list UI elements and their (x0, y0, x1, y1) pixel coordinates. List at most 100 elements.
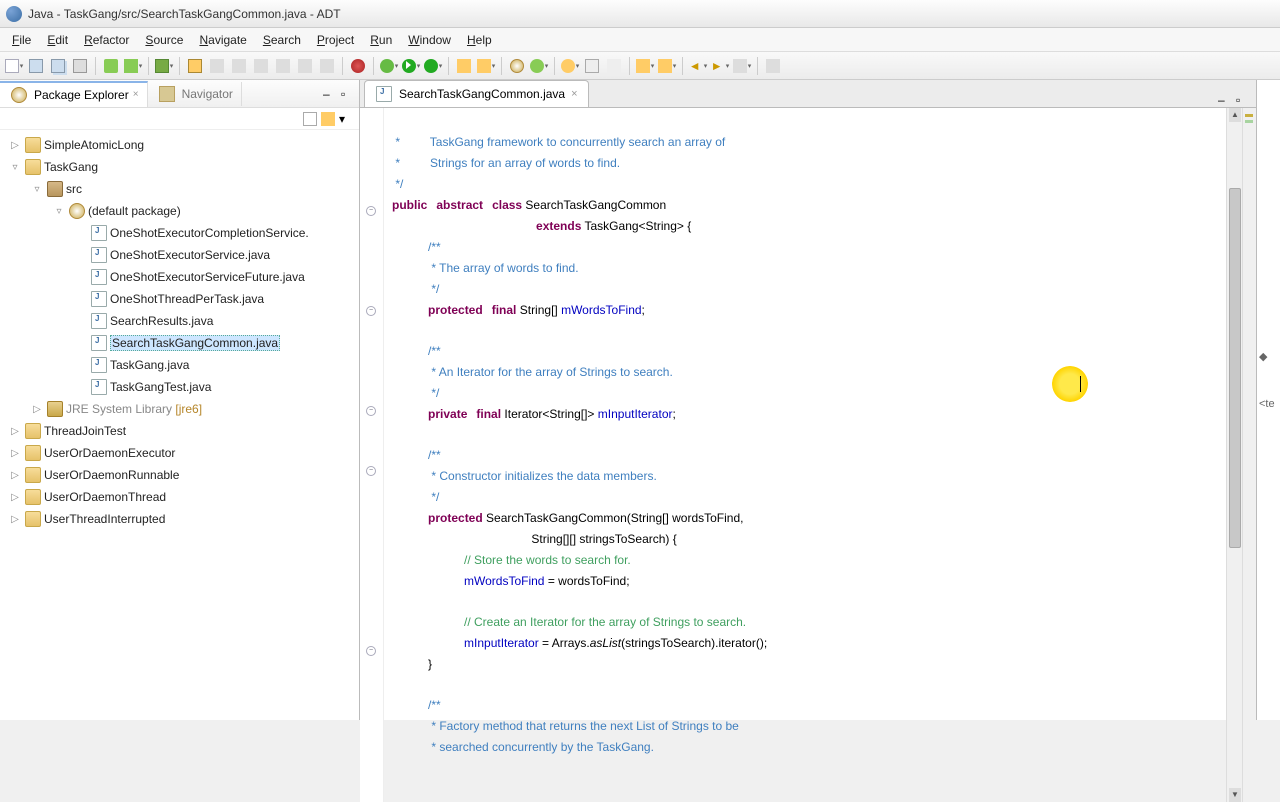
fold-icon[interactable]: − (366, 306, 376, 316)
menu-file[interactable]: File (4, 30, 39, 50)
tb5[interactable] (295, 56, 315, 76)
minimize-icon[interactable]: ‒ (323, 87, 337, 101)
editor-body[interactable]: − − − − − * TaskGang framework to concur… (360, 108, 1256, 802)
java-file-icon (91, 313, 107, 329)
menu-source[interactable]: Source (137, 30, 191, 50)
tb4[interactable] (273, 56, 293, 76)
tb2[interactable] (229, 56, 249, 76)
tree-project[interactable]: ▷ThreadJoinTest (0, 420, 359, 442)
maximize-icon[interactable]: ▫ (1236, 93, 1250, 107)
tb6[interactable] (317, 56, 337, 76)
scroll-down-icon[interactable]: ▼ (1229, 788, 1241, 802)
tb8[interactable] (476, 56, 496, 76)
package-icon (69, 203, 85, 219)
tree-java-file[interactable]: OneShotExecutorCompletionService. (0, 222, 359, 244)
save-all-button[interactable] (48, 56, 68, 76)
tb1[interactable] (207, 56, 227, 76)
menu-search[interactable]: Search (255, 30, 309, 50)
toggle-button[interactable] (154, 56, 174, 76)
package-explorer-panel: Package Explorer × Navigator ‒ ▫ ▾ ▷Simp… (0, 80, 360, 720)
cursor-highlight (1052, 366, 1088, 402)
project-icon (25, 511, 41, 527)
tree-package[interactable]: ▿(default package) (0, 200, 359, 222)
debug-button[interactable] (379, 56, 399, 76)
back-button[interactable]: ◄ (688, 56, 708, 76)
maximize-icon[interactable]: ▫ (341, 87, 355, 101)
vertical-scrollbar[interactable]: ▲ ▼ (1226, 108, 1242, 802)
tab-package-explorer[interactable]: Package Explorer × (0, 81, 148, 107)
print-button[interactable] (70, 56, 90, 76)
menu-run[interactable]: Run (362, 30, 400, 50)
scroll-thumb[interactable] (1229, 188, 1241, 548)
tree-project[interactable]: ▷SimpleAtomicLong (0, 134, 359, 156)
link-editor-icon[interactable] (321, 112, 335, 126)
fold-icon[interactable]: − (366, 646, 376, 656)
run-button[interactable] (401, 56, 421, 76)
tb9[interactable] (604, 56, 624, 76)
fold-icon[interactable]: − (366, 206, 376, 216)
close-icon[interactable]: × (569, 88, 579, 100)
tree-java-file[interactable]: SearchResults.java (0, 310, 359, 332)
search-dropdown[interactable] (560, 56, 580, 76)
java-file-icon (91, 247, 107, 263)
tb7[interactable] (454, 56, 474, 76)
new-button[interactable] (4, 56, 24, 76)
save-button[interactable] (26, 56, 46, 76)
tb13[interactable] (763, 56, 783, 76)
forward-button[interactable]: ► (710, 56, 730, 76)
minimize-icon[interactable]: ‒ (1218, 93, 1232, 107)
tree-project[interactable]: ▿TaskGang (0, 156, 359, 178)
editor-tab-active[interactable]: SearchTaskGangCommon.java × (364, 80, 589, 107)
tree-jre-library[interactable]: ▷JRE System Library [jre6] (0, 398, 359, 420)
menu-edit[interactable]: Edit (39, 30, 76, 50)
menu-project[interactable]: Project (309, 30, 362, 50)
menu-window[interactable]: Window (400, 30, 459, 50)
menu-navigate[interactable]: Navigate (191, 30, 254, 50)
tree-java-file[interactable]: OneShotThreadPerTask.java (0, 288, 359, 310)
tb3[interactable] (251, 56, 271, 76)
tree-java-file[interactable]: TaskGang.java (0, 354, 359, 376)
close-icon[interactable]: × (133, 89, 139, 100)
new-class-button[interactable] (529, 56, 549, 76)
tree-project[interactable]: ▷UserOrDaemonRunnable (0, 464, 359, 486)
tb10[interactable] (635, 56, 655, 76)
open-type-button[interactable] (185, 56, 205, 76)
navigator-icon (159, 86, 175, 102)
tree-project[interactable]: ▷UserOrDaemonThread (0, 486, 359, 508)
java-file-icon (91, 291, 107, 307)
menu-refactor[interactable]: Refactor (76, 30, 137, 50)
new-package-button[interactable] (507, 56, 527, 76)
tree-src-folder[interactable]: ▿src (0, 178, 359, 200)
menu-help[interactable]: Help (459, 30, 500, 50)
scroll-up-icon[interactable]: ▲ (1229, 108, 1241, 122)
run-ext-button[interactable] (423, 56, 443, 76)
overview-mark[interactable] (1245, 120, 1253, 123)
package-tree[interactable]: ▷SimpleAtomicLong ▿TaskGang ▿src ▿(defau… (0, 130, 359, 720)
outline-icon[interactable]: ◆ (1259, 350, 1279, 363)
breakpoint-skip-icon[interactable] (348, 56, 368, 76)
editor-gutter[interactable]: − − − − − (360, 108, 384, 802)
collapse-all-icon[interactable] (303, 112, 317, 126)
fold-icon[interactable]: − (366, 466, 376, 476)
build-dropdown[interactable] (123, 56, 143, 76)
tb11[interactable] (657, 56, 677, 76)
tree-project[interactable]: ▷UserOrDaemonExecutor (0, 442, 359, 464)
menu-bar: File Edit Refactor Source Navigate Searc… (0, 28, 1280, 52)
tree-project[interactable]: ▷UserThreadInterrupted (0, 508, 359, 530)
tree-java-file[interactable]: OneShotExecutorServiceFuture.java (0, 266, 359, 288)
code-editor[interactable]: * TaskGang framework to concurrently sea… (384, 108, 1226, 802)
tree-java-file[interactable]: TaskGangTest.java (0, 376, 359, 398)
open-task-button[interactable] (582, 56, 602, 76)
tb12[interactable] (732, 56, 752, 76)
project-icon (25, 159, 41, 175)
fold-icon[interactable]: − (366, 406, 376, 416)
panel-tab-bar: Package Explorer × Navigator ‒ ▫ (0, 80, 359, 108)
view-menu-icon[interactable]: ▾ (339, 112, 353, 126)
tab-navigator[interactable]: Navigator (148, 82, 242, 106)
build-button[interactable] (101, 56, 121, 76)
tree-java-file[interactable]: OneShotExecutorService.java (0, 244, 359, 266)
src-folder-icon (47, 181, 63, 197)
overview-ruler[interactable] (1242, 108, 1256, 802)
tree-java-file-selected[interactable]: SearchTaskGangCommon.java (0, 332, 359, 354)
overview-mark[interactable] (1245, 114, 1253, 117)
